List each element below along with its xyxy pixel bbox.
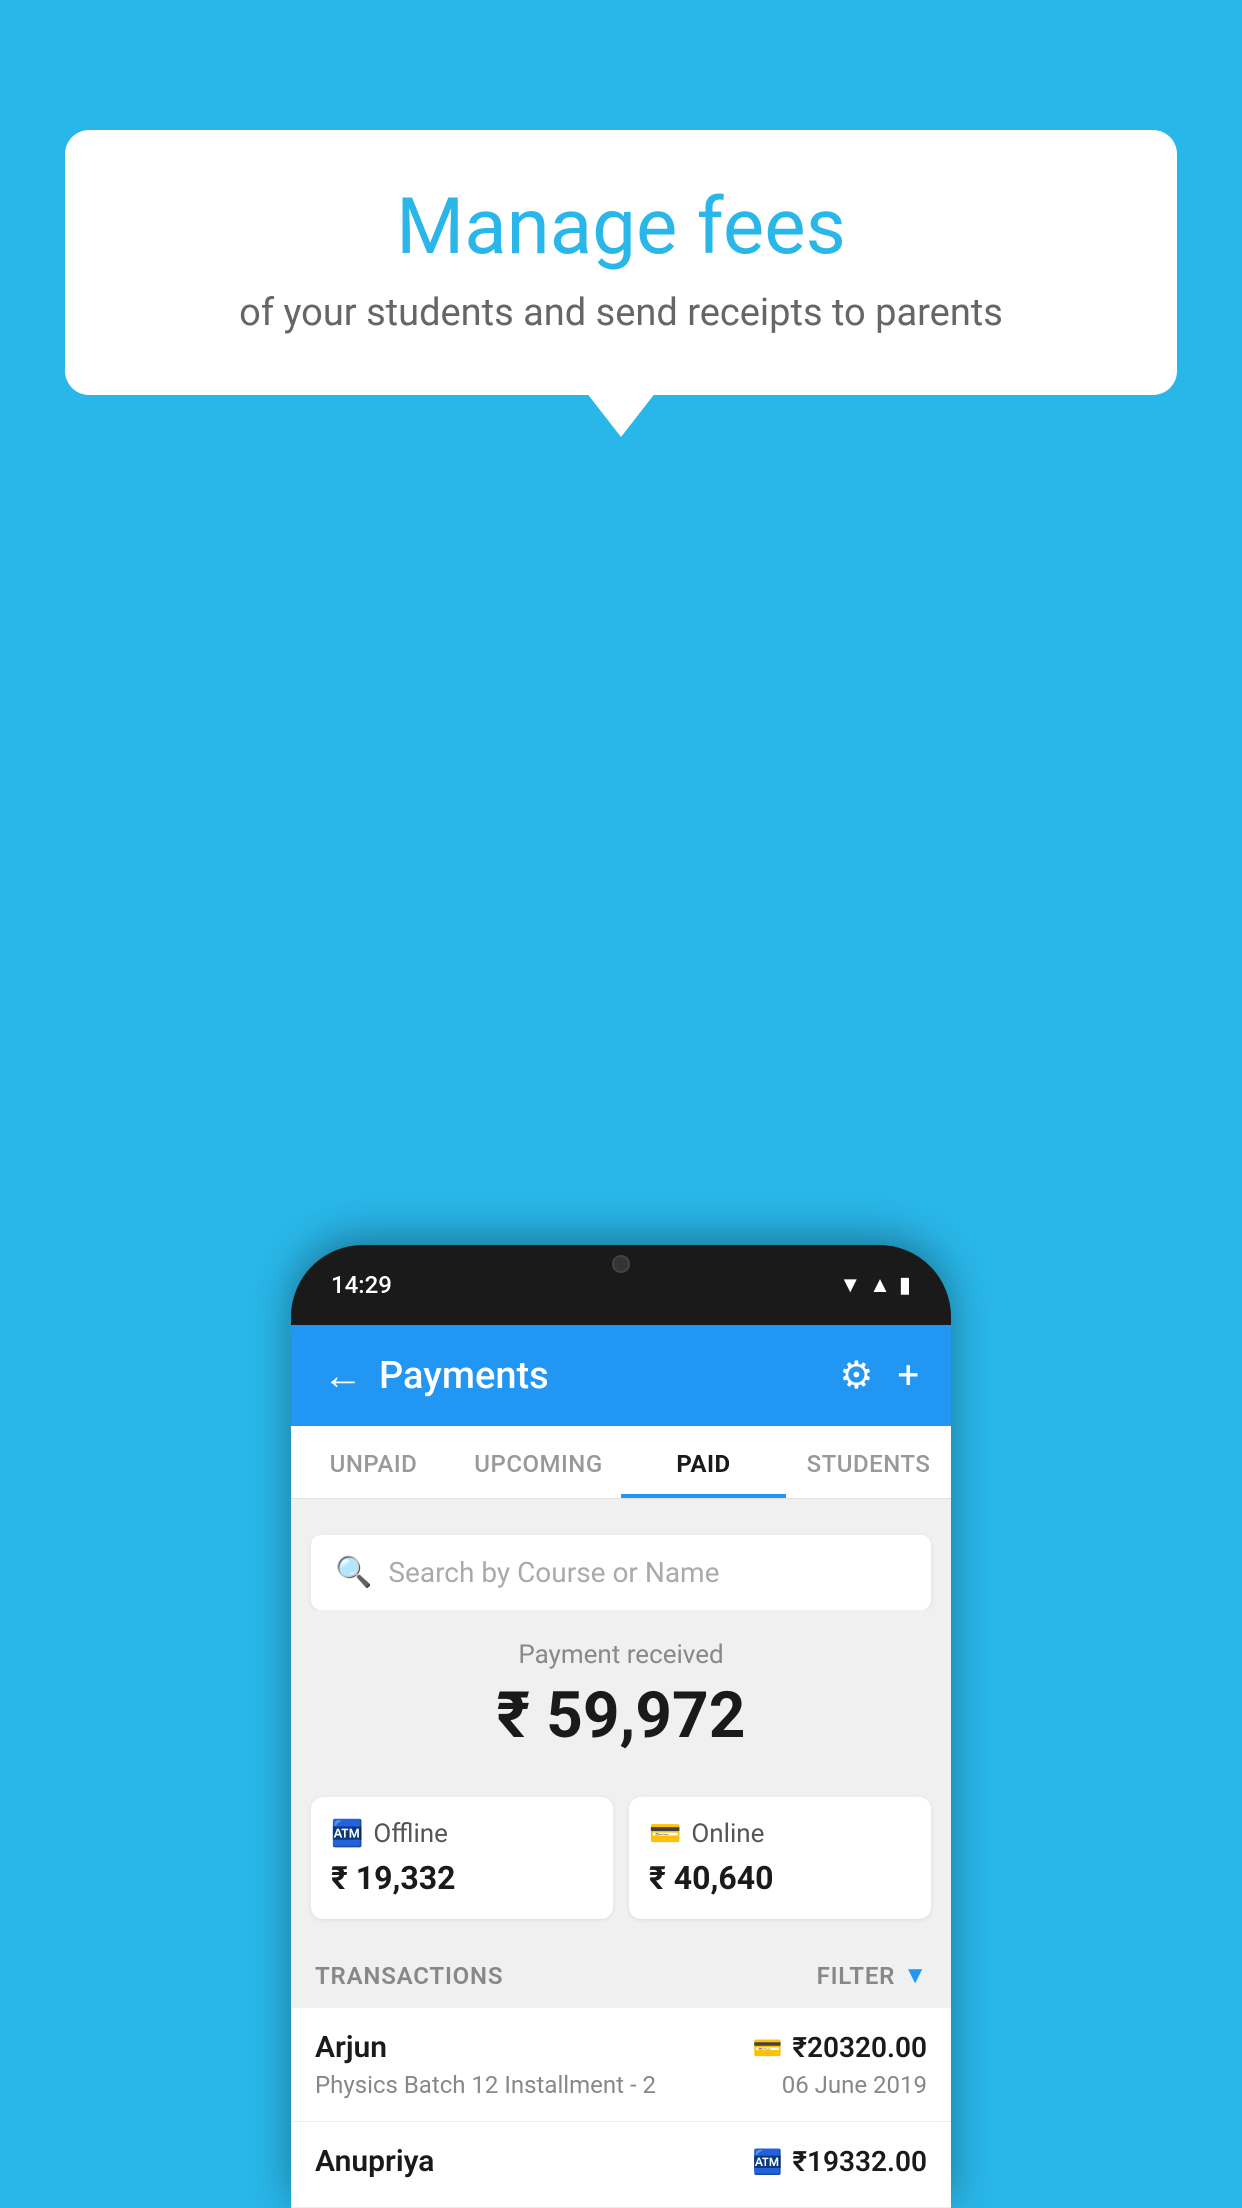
status-time: 14:29 — [331, 1271, 392, 1299]
speech-bubble-container: Manage fees of your students and send re… — [65, 130, 1177, 395]
tab-upcoming[interactable]: UPCOMING — [456, 1426, 621, 1498]
phone-camera — [612, 1255, 630, 1273]
payment-mode-icon: 🏧 — [753, 2148, 783, 2176]
online-payment-card: 💳 Online ₹ 40,640 — [629, 1797, 931, 1919]
filter-icon: ▼ — [903, 1961, 927, 1990]
filter-label: FILTER — [817, 1962, 896, 1990]
offline-payment-card: 🏧 Offline ₹ 19,332 — [311, 1797, 613, 1919]
phone-frame: 14:29 ▼ ▲ ▮ ← Payments ⚙ + UNPAID — [291, 1245, 951, 2208]
payment-received-section: Payment received ₹ 59,972 — [291, 1610, 951, 1797]
payment-cards: 🏧 Offline ₹ 19,332 💳 Online ₹ 40,640 — [291, 1797, 951, 1943]
settings-icon[interactable]: ⚙ — [839, 1353, 873, 1398]
header-title: Payments — [379, 1354, 549, 1398]
search-bar[interactable]: 🔍 Search by Course or Name — [311, 1535, 931, 1610]
transaction-top: Anupriya 🏧 ₹19332.00 — [315, 2144, 927, 2179]
transactions-label: TRANSACTIONS — [315, 1962, 503, 1990]
transaction-row[interactable]: Arjun 💳 ₹20320.00 Physics Batch 12 Insta… — [291, 2008, 951, 2122]
signal-icon: ▲ — [869, 1272, 891, 1298]
transaction-amount: ₹19332.00 — [792, 2145, 927, 2178]
bubble-subtitle: of your students and send receipts to pa… — [125, 291, 1117, 335]
transaction-name: Anupriya — [315, 2144, 434, 2179]
transaction-name: Arjun — [315, 2030, 387, 2065]
back-button[interactable]: ← — [323, 1356, 363, 1396]
status-bar: 14:29 ▼ ▲ ▮ — [291, 1245, 951, 1325]
online-card-header: 💳 Online — [649, 1819, 911, 1849]
speech-bubble: Manage fees of your students and send re… — [65, 130, 1177, 395]
transaction-amount: ₹20320.00 — [792, 2031, 927, 2064]
card-icon: 💳 — [649, 1819, 681, 1849]
tab-paid[interactable]: PAID — [621, 1426, 786, 1498]
tabs-bar: UNPAID UPCOMING PAID STUDENTS — [291, 1426, 951, 1499]
wifi-icon: ▼ — [839, 1272, 861, 1298]
payment-total-amount: ₹ 59,972 — [311, 1678, 931, 1753]
online-label: Online — [691, 1819, 764, 1849]
cash-icon: 🏧 — [331, 1819, 363, 1849]
app-header: ← Payments ⚙ + — [291, 1325, 951, 1426]
add-icon[interactable]: + — [897, 1354, 919, 1398]
online-amount: ₹ 40,640 — [649, 1859, 911, 1897]
transaction-bottom: Physics Batch 12 Installment - 2 06 June… — [315, 2071, 927, 2099]
transaction-top: Arjun 💳 ₹20320.00 — [315, 2030, 927, 2065]
offline-card-header: 🏧 Offline — [331, 1819, 593, 1849]
bubble-title: Manage fees — [125, 185, 1117, 271]
payment-mode-icon: 💳 — [753, 2034, 783, 2062]
header-left: ← Payments — [323, 1354, 549, 1398]
tab-students[interactable]: STUDENTS — [786, 1426, 951, 1498]
transaction-date: 06 June 2019 — [782, 2071, 927, 2099]
status-icons: ▼ ▲ ▮ — [839, 1272, 911, 1298]
transaction-row[interactable]: Anupriya 🏧 ₹19332.00 — [291, 2122, 951, 2208]
offline-amount: ₹ 19,332 — [331, 1859, 593, 1897]
header-right: ⚙ + — [839, 1353, 919, 1398]
filter-container[interactable]: FILTER ▼ — [817, 1961, 927, 1990]
battery-icon: ▮ — [899, 1273, 911, 1298]
app-screen: ← Payments ⚙ + UNPAID UPCOMING PAID STUD… — [291, 1325, 951, 2208]
transaction-amount-container: 🏧 ₹19332.00 — [753, 2145, 928, 2178]
offline-label: Offline — [373, 1819, 448, 1849]
search-placeholder: Search by Course or Name — [388, 1556, 719, 1589]
tab-unpaid[interactable]: UNPAID — [291, 1426, 456, 1498]
transaction-amount-container: 💳 ₹20320.00 — [753, 2031, 928, 2064]
transactions-header: TRANSACTIONS FILTER ▼ — [291, 1943, 951, 2008]
transaction-description: Physics Batch 12 Installment - 2 — [315, 2071, 656, 2099]
payment-received-label: Payment received — [311, 1640, 931, 1670]
phone-notch — [556, 1245, 686, 1283]
search-icon: 🔍 — [335, 1555, 372, 1590]
